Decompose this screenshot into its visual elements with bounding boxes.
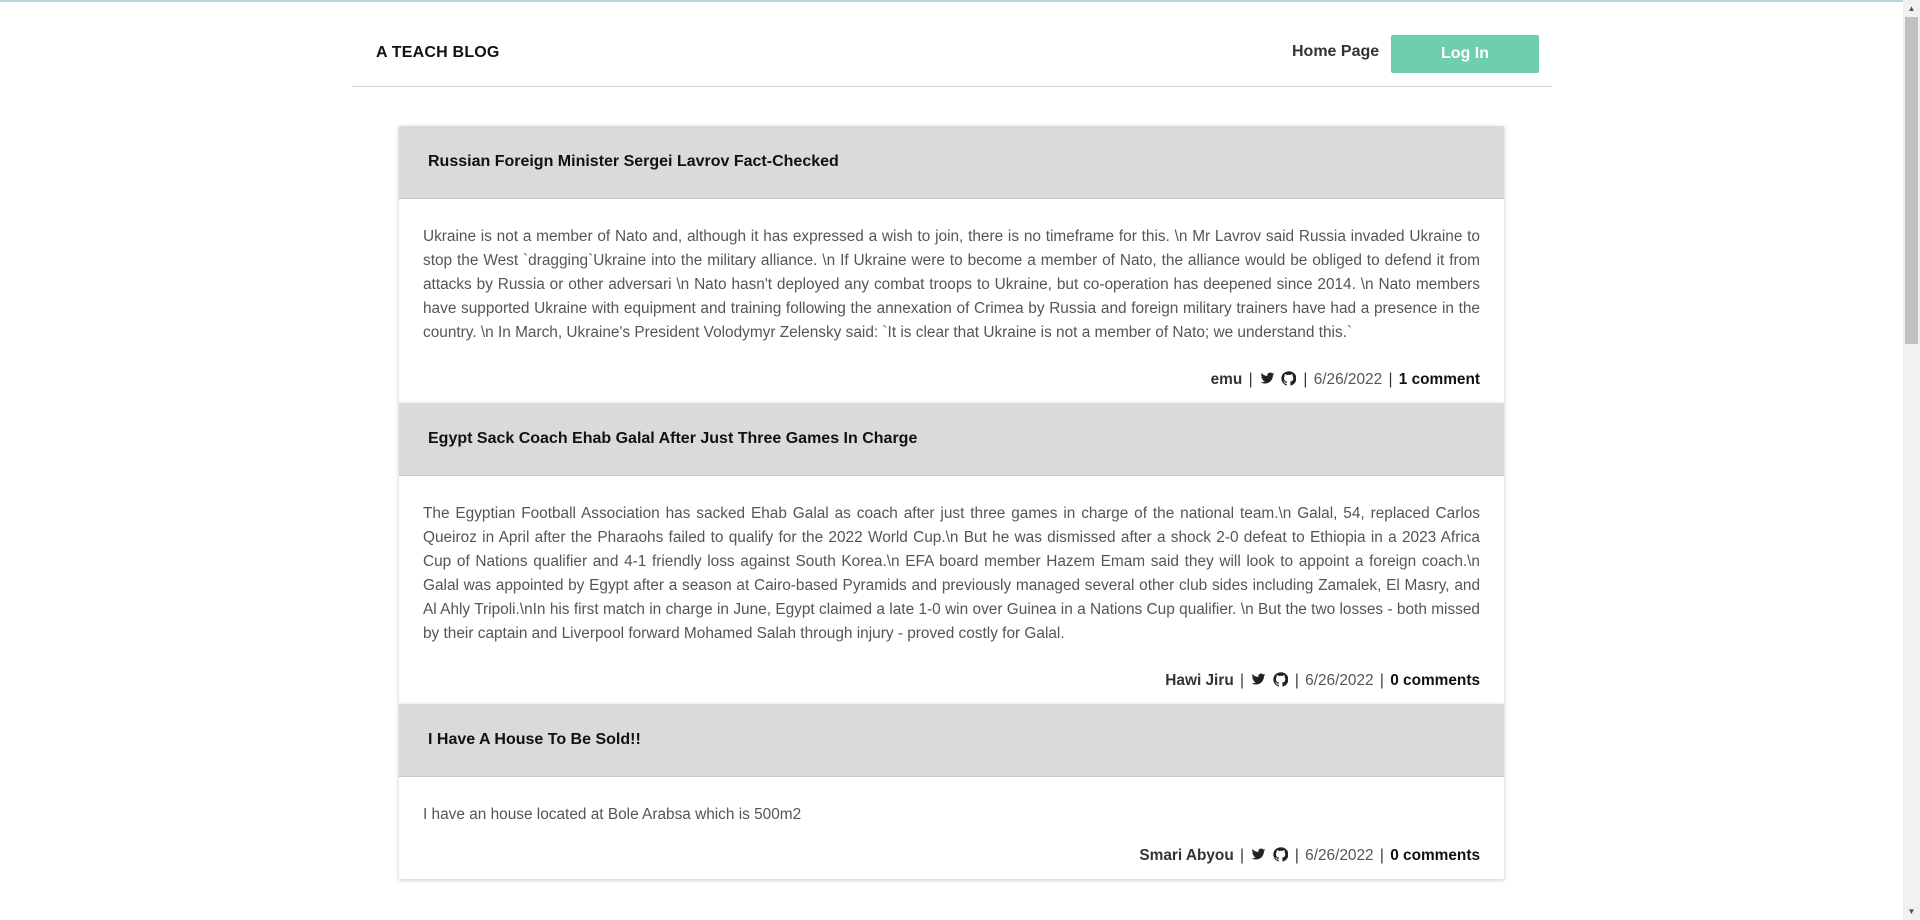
post-card: I Have A House To Be Sold!! I have an ho… <box>399 704 1504 879</box>
meta-separator: | <box>1294 672 1299 689</box>
twitter-icon[interactable] <box>1251 672 1266 687</box>
post-meta: Hawi Jiru | | 6/26/2022 | 0 comments <box>399 646 1504 704</box>
post-title[interactable]: Russian Foreign Minister Sergei Lavrov F… <box>428 153 839 171</box>
github-icon[interactable] <box>1272 847 1288 862</box>
nav-home-link[interactable]: Home Page <box>1292 43 1379 61</box>
post-card: Egypt Sack Coach Ehab Galal After Just T… <box>399 403 1504 704</box>
github-icon[interactable] <box>1281 371 1297 386</box>
post-list: Russian Foreign Minister Sergei Lavrov F… <box>399 126 1504 879</box>
post-header: Russian Foreign Minister Sergei Lavrov F… <box>399 126 1504 199</box>
scroll-up-arrow-icon[interactable]: ▲ <box>1903 0 1920 17</box>
top-border <box>0 0 1920 2</box>
post-header: I Have A House To Be Sold!! <box>399 704 1504 777</box>
post-date: 6/26/2022 <box>1305 847 1374 864</box>
post-body: Ukraine is not a member of Nato and, alt… <box>423 228 1480 341</box>
meta-separator: | <box>1248 371 1253 388</box>
scrollbar-thumb[interactable] <box>1905 17 1918 344</box>
vertical-scrollbar[interactable]: ▲ ▼ <box>1903 0 1920 920</box>
site-header: A TEACH BLOG Home Page Log In <box>352 26 1552 87</box>
site-brand[interactable]: A TEACH BLOG <box>376 44 500 62</box>
login-button[interactable]: Log In <box>1391 35 1539 73</box>
meta-separator: | <box>1388 371 1393 388</box>
post-author[interactable]: Smari Abyou <box>1139 847 1233 864</box>
post-meta: Smari Abyou | | 6/26/2022 | 0 comments <box>399 827 1504 879</box>
post-comments-link[interactable]: 0 comments <box>1390 672 1480 689</box>
scroll-down-arrow-icon[interactable]: ▼ <box>1903 903 1920 920</box>
github-icon[interactable] <box>1272 672 1288 687</box>
twitter-icon[interactable] <box>1260 371 1275 386</box>
post-date: 6/26/2022 <box>1305 672 1374 689</box>
post-author[interactable]: emu <box>1211 371 1243 388</box>
post-header: Egypt Sack Coach Ehab Galal After Just T… <box>399 403 1504 476</box>
meta-separator: | <box>1240 672 1245 689</box>
meta-separator: | <box>1379 847 1384 864</box>
post-comments-link[interactable]: 0 comments <box>1390 847 1480 864</box>
meta-separator: | <box>1294 847 1299 864</box>
meta-separator: | <box>1240 847 1245 864</box>
meta-separator: | <box>1379 672 1384 689</box>
post-comments-link[interactable]: 1 comment <box>1399 371 1480 388</box>
post-body: I have an house located at Bole Arabsa w… <box>423 806 802 823</box>
post-meta: emu | | 6/26/2022 | 1 comment <box>399 345 1504 403</box>
post-body: The Egyptian Football Association has sa… <box>423 505 1480 642</box>
post-title[interactable]: I Have A House To Be Sold!! <box>428 731 641 749</box>
meta-separator: | <box>1303 371 1308 388</box>
post-title[interactable]: Egypt Sack Coach Ehab Galal After Just T… <box>428 430 917 448</box>
post-date: 6/26/2022 <box>1313 371 1383 388</box>
twitter-icon[interactable] <box>1251 847 1266 862</box>
post-author[interactable]: Hawi Jiru <box>1165 672 1233 689</box>
post-card: Russian Foreign Minister Sergei Lavrov F… <box>399 126 1504 403</box>
